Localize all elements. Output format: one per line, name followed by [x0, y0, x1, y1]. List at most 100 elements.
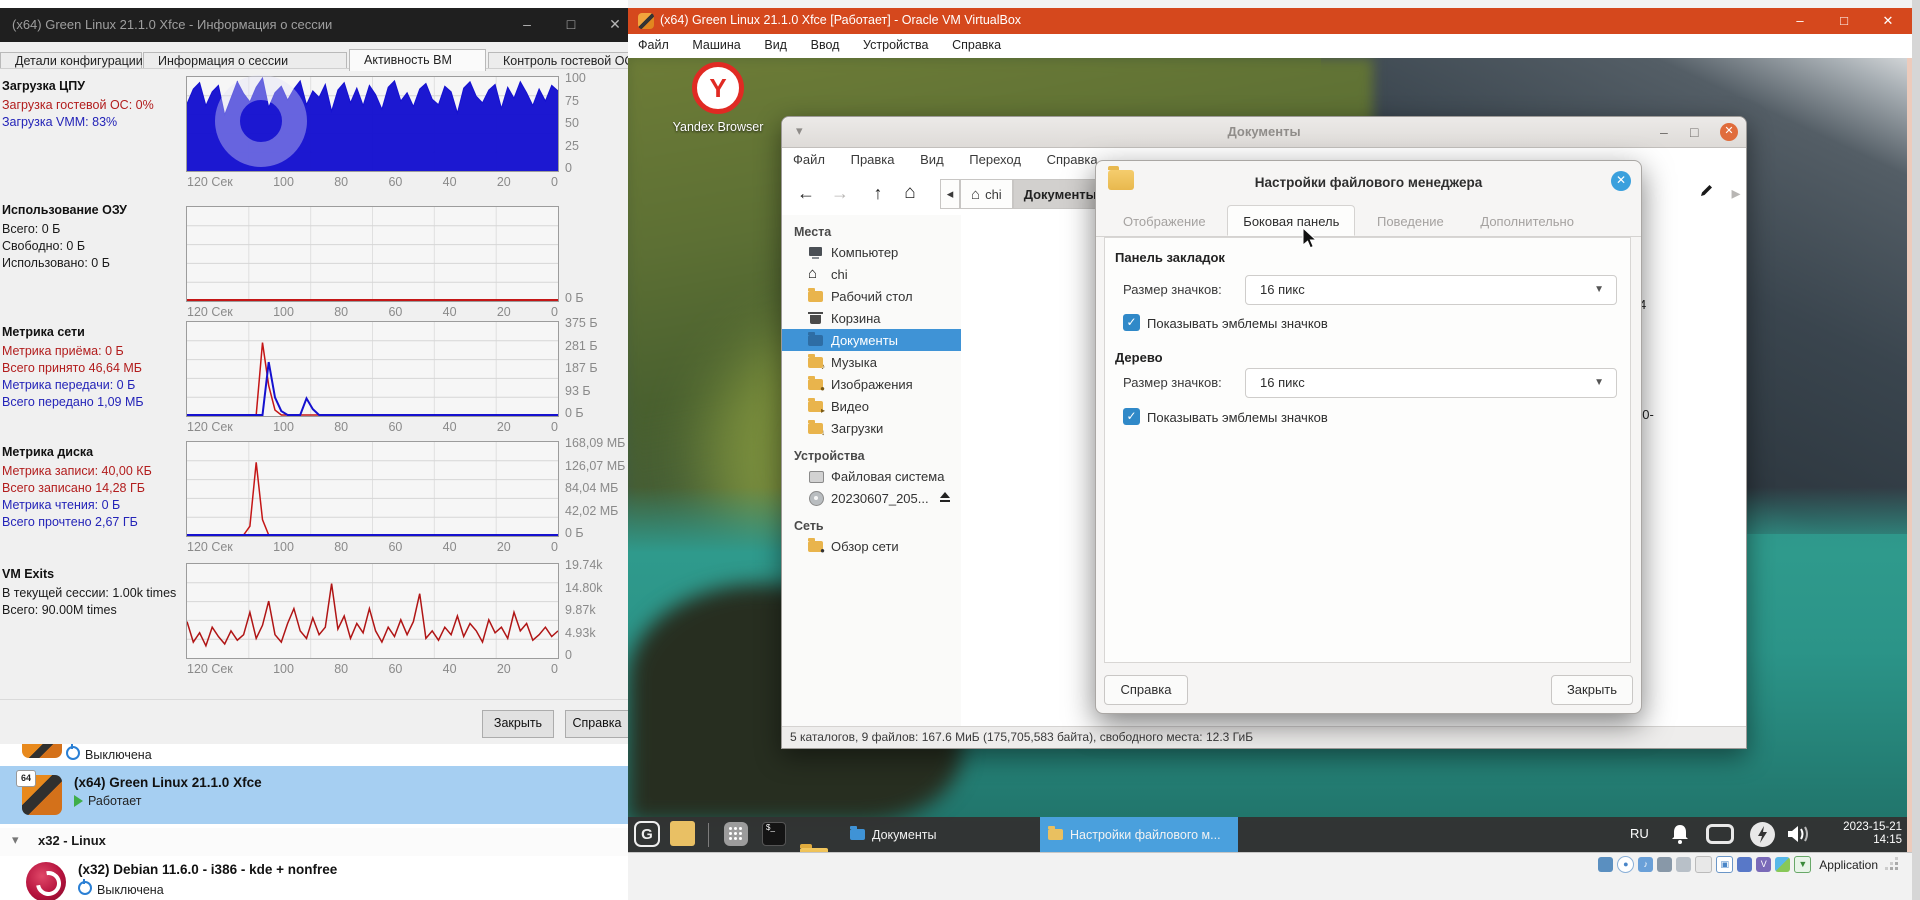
yandex-browser-icon: Y	[692, 62, 744, 114]
tree-icon-size-select[interactable]: 16 пикс ▼	[1245, 368, 1617, 398]
sidebar-item-disc[interactable]: 20230607_205...	[782, 487, 961, 509]
file-manager-statusbar: 5 каталогов, 9 файлов: 167.6 МиБ (175,70…	[782, 726, 1746, 748]
menu-edit[interactable]: Правка	[840, 147, 906, 172]
close-button[interactable]: ✕	[1611, 171, 1631, 191]
display-icon[interactable]: ▣	[1716, 856, 1734, 873]
tab-advanced[interactable]: Дополнительно	[1465, 206, 1589, 237]
icon-size-label: Размер значков:	[1123, 375, 1222, 390]
taskbar-window-settings[interactable]: Настройки файлового м...	[1040, 817, 1238, 852]
tab-behavior[interactable]: Поведение	[1362, 206, 1459, 237]
computer-icon	[808, 244, 824, 260]
maximize-button[interactable]: □	[549, 8, 593, 42]
menu-go[interactable]: Переход	[958, 147, 1032, 172]
sidebar-item-home[interactable]: ⌂ chi	[782, 263, 961, 285]
help-button[interactable]: Справка	[565, 710, 628, 738]
close-session-button[interactable]: Закрыть	[482, 710, 554, 738]
dialog-header[interactable]: Настройки файлового менеджера ✕	[1096, 161, 1641, 205]
close-button[interactable]: ✕	[1868, 8, 1908, 34]
sidebar-item-music[interactable]: ♪ Музыка	[782, 351, 961, 373]
toolbar-more-button[interactable]: ▸	[1720, 178, 1752, 210]
power-manager-icon[interactable]	[1750, 822, 1775, 847]
sidebar-item-network-browse[interactable]: ● Обзор сети	[782, 535, 961, 557]
volume-icon[interactable]	[1786, 823, 1814, 852]
auto-resize-icon[interactable]: ▼	[1794, 856, 1812, 873]
up-button[interactable]: ↑	[862, 178, 894, 210]
vm-group-row[interactable]: ▾ x32 - Linux	[0, 828, 628, 856]
sidebar-item-desktop[interactable]: Рабочий стол	[782, 285, 961, 307]
minimize-button[interactable]: –	[1660, 124, 1668, 140]
emblems-checkbox-label: Показывать эмблемы значков	[1147, 410, 1328, 425]
shared-folders-icon[interactable]	[1695, 856, 1713, 873]
sidebar-item-documents[interactable]: Документы	[782, 329, 961, 351]
debian-vm-icon	[26, 862, 66, 900]
path-current-button[interactable]: Документы	[1012, 179, 1108, 209]
maximize-button[interactable]: □	[1690, 124, 1698, 140]
tab-display[interactable]: Отображение	[1108, 206, 1221, 237]
minimize-button[interactable]: –	[505, 8, 549, 42]
sidebar-item-downloads[interactable]: ↓ Загрузки	[782, 417, 961, 439]
keyboard-layout-indicator[interactable]: RU	[1630, 826, 1649, 852]
menu-view[interactable]: Вид	[754, 34, 797, 56]
menu-help[interactable]: Справка	[942, 34, 1011, 56]
folder-icon	[1048, 826, 1063, 840]
file-manager-titlebar[interactable]: ▾ Документы – □ ✕	[782, 117, 1746, 148]
tree-emblems-checkbox[interactable]: ✓	[1123, 408, 1140, 425]
maximize-button[interactable]: □	[1824, 8, 1864, 34]
vm-status: Выключена	[78, 879, 337, 897]
vbox-statusbar: ● ♪ ▣ V ▼ Application	[628, 852, 1912, 877]
audio-icon[interactable]: ♪	[1638, 857, 1654, 872]
app-grid-icon[interactable]	[724, 822, 748, 846]
forward-button[interactable]: →	[824, 178, 856, 210]
usb-icon[interactable]	[1676, 857, 1692, 872]
menu-view[interactable]: Вид	[909, 147, 955, 172]
sidebar-item-trash[interactable]: Корзина	[782, 307, 961, 329]
terminal-icon[interactable]: $_	[762, 822, 786, 846]
network-icon[interactable]	[1657, 857, 1673, 872]
videos-folder-icon: ▸	[808, 398, 825, 415]
tab-side-pane[interactable]: Боковая панель	[1227, 205, 1356, 236]
sidebar-item-computer[interactable]: Компьютер	[782, 241, 961, 263]
edit-path-icon[interactable]	[1690, 178, 1722, 210]
recording-icon[interactable]	[1737, 857, 1753, 872]
optical-disk-icon[interactable]: ●	[1617, 856, 1635, 873]
path-home-button[interactable]: ⌂ chi	[960, 179, 1013, 209]
back-button[interactable]: ←	[790, 178, 822, 210]
mouse-integration-icon[interactable]	[1775, 857, 1791, 872]
menu-file[interactable]: Файл	[782, 147, 836, 172]
sidebar-item-filesystem[interactable]: Файловая система	[782, 465, 961, 487]
vm-row-debian[interactable]: (x32) Debian 11.6.0 - i386 - kde + nonfr…	[0, 860, 628, 900]
menu-file[interactable]: Файл	[628, 34, 679, 56]
eject-icon[interactable]	[939, 492, 951, 504]
minimize-button[interactable]: –	[1780, 8, 1820, 34]
resize-grip[interactable]	[1888, 860, 1898, 870]
files-app-icon[interactable]	[670, 821, 695, 846]
vm-row-partial[interactable]: Выключена	[66, 744, 152, 762]
close-button[interactable]: ✕	[1720, 123, 1738, 141]
sidebar-item-videos[interactable]: ▸ Видео	[782, 395, 961, 417]
clipboard-icon[interactable]: V	[1756, 857, 1772, 872]
notifications-bell-icon[interactable]	[1670, 823, 1690, 852]
bookmarks-icon-size-select[interactable]: 16 пикс ▼	[1245, 275, 1617, 305]
menu-input[interactable]: Ввод	[801, 34, 850, 56]
vmexits-chart: 19.74k 14.80k 9.87k 4.93k 0 120 Сек 100 80 60 40…	[186, 558, 603, 676]
path-scroll-left-button[interactable]: ◂	[940, 179, 960, 209]
open-folder-icon[interactable]	[800, 844, 828, 852]
close-dialog-button[interactable]: Закрыть	[1551, 675, 1633, 705]
close-button[interactable]: ✕	[593, 8, 628, 42]
menu-devices[interactable]: Устройства	[853, 34, 938, 56]
clock[interactable]: 2023-15-21 14:15	[1824, 821, 1902, 852]
tab-vm-activity[interactable]: Активность ВМ	[349, 49, 486, 71]
battery-icon[interactable]	[1706, 824, 1734, 844]
hard-disk-icon[interactable]	[1598, 857, 1614, 872]
help-button[interactable]: Справка	[1104, 675, 1188, 705]
vm-window-titlebar: (x64) Green Linux 21.1.0 Xfce [Работает]…	[628, 8, 1912, 34]
desktop-icon-yandex[interactable]: Y Yandex Browser	[668, 62, 768, 134]
vm-group-label: x32 - Linux	[38, 833, 106, 848]
g-app-icon[interactable]: G	[634, 821, 660, 847]
vm-row-selected[interactable]: 64 (x64) Green Linux 21.1.0 Xfce Работае…	[0, 766, 628, 824]
bookmarks-emblems-checkbox[interactable]: ✓	[1123, 314, 1140, 331]
menu-machine[interactable]: Машина	[682, 34, 750, 56]
sidebar-item-pictures[interactable]: ● Изображения	[782, 373, 961, 395]
home-button[interactable]: ⌂	[894, 178, 926, 210]
taskbar-window-documents[interactable]: Документы	[842, 817, 942, 852]
